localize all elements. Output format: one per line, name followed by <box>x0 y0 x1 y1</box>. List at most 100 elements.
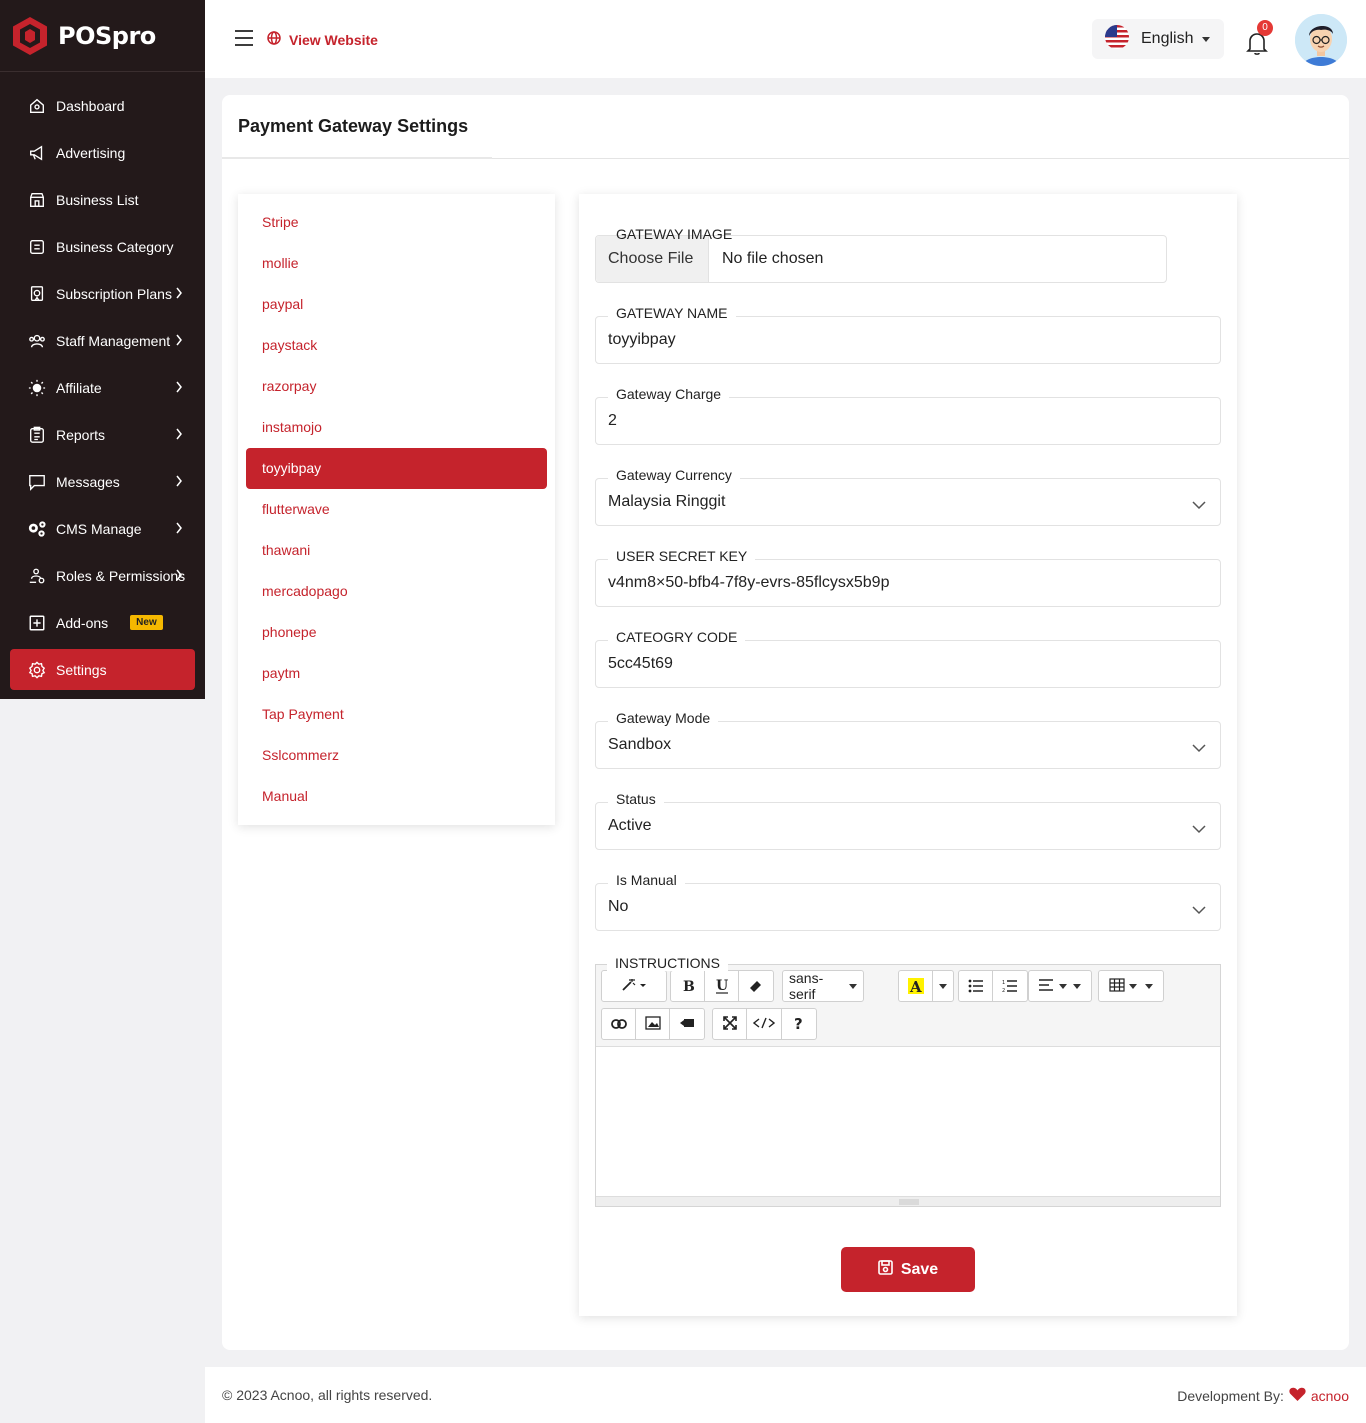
dev-label: Development By: <box>1177 1388 1284 1404</box>
gateway-item-toyyibpay[interactable]: toyyibpay <box>246 448 547 489</box>
svg-text:U: U <box>716 978 728 994</box>
help-button[interactable]: ? <box>782 1009 816 1039</box>
brand-logo[interactable]: POSpro <box>0 0 205 72</box>
paragraph-align-dropdown[interactable] <box>1029 971 1091 1001</box>
link-button[interactable] <box>602 1009 636 1039</box>
gateway-item-thawani[interactable]: thawani <box>246 530 547 571</box>
table-dropdown[interactable] <box>1099 971 1163 1001</box>
code-view-button[interactable] <box>747 1009 782 1039</box>
sidebar-item-subscription-plans[interactable]: Subscription Plans <box>10 273 195 314</box>
gateway-charge-input[interactable]: Gateway Charge 2 <box>595 386 1221 445</box>
language-selector[interactable]: English <box>1092 19 1224 59</box>
sidebar-item-dashboard[interactable]: Dashboard <box>10 85 195 126</box>
sidebar-item-business-category[interactable]: Business Category <box>10 226 195 267</box>
gateway-image-field[interactable]: Choose File No file chosen GATEWAY IMAGE <box>595 226 1167 283</box>
save-label: Save <box>900 1260 939 1278</box>
sidebar-item-label: Business List <box>56 191 139 208</box>
insert-group <box>601 1008 705 1040</box>
sidebar-item-advertising[interactable]: Advertising <box>10 132 195 173</box>
dev-brand-link[interactable]: acnoo <box>1311 1388 1349 1404</box>
editor-content-area[interactable] <box>596 1047 1220 1197</box>
chevron-right-icon <box>175 427 183 443</box>
caret-down-icon <box>1202 36 1211 42</box>
sidebar-item-label: Settings <box>56 661 107 678</box>
image-button[interactable] <box>636 1009 670 1039</box>
gateway-name-value: toyyibpay <box>608 331 676 348</box>
ordered-list-button[interactable]: 12 <box>993 971 1027 1001</box>
instructions-editor: B U sans-serif A 12 ? <box>595 964 1221 1207</box>
gateway-item-paypal[interactable]: paypal <box>246 284 547 325</box>
caret-down-icon <box>1073 983 1081 989</box>
sidebar-item-roles-permissions[interactable]: Roles & Permissions <box>10 555 195 596</box>
gateway-mode-select[interactable]: Gateway Mode Sandbox <box>595 710 1221 769</box>
choose-file-button[interactable]: Choose File <box>596 236 709 282</box>
gateway-item-mollie[interactable]: mollie <box>246 243 547 284</box>
user-secret-key-input[interactable]: USER SECRET KEY v4nm8×50-bfb4-7f8y-evrs-… <box>595 548 1221 607</box>
gateway-item-paytm[interactable]: paytm <box>246 653 547 694</box>
text-color-button[interactable]: A <box>899 971 933 1001</box>
category-code-value: 5cc45t69 <box>608 655 673 672</box>
caret-down-icon <box>1145 983 1153 989</box>
magic-style-button[interactable] <box>602 971 666 1001</box>
gateway-item-razorpay[interactable]: razorpay <box>246 366 547 407</box>
sidebar-item-settings[interactable]: Settings <box>10 649 195 690</box>
heart-icon <box>1289 1387 1306 1405</box>
top-header: View Website English 0 <box>205 0 1366 78</box>
language-label: English <box>1141 30 1194 47</box>
sidebar-item-reports[interactable]: Reports <box>10 414 195 455</box>
svg-text:?: ? <box>794 1015 803 1031</box>
table-icon <box>1109 977 1125 995</box>
gateway-item-flutterwave[interactable]: flutterwave <box>246 489 547 530</box>
view-website-link[interactable]: View Website <box>267 31 378 48</box>
gateway-item-phonepe[interactable]: phonepe <box>246 612 547 653</box>
sidebar-item-affiliate[interactable]: Affiliate <box>10 367 195 408</box>
sidebar-item-messages[interactable]: Messages <box>10 461 195 502</box>
chevron-right-icon <box>175 521 183 537</box>
sidebar-item-staff-management[interactable]: Staff Management <box>10 320 195 361</box>
gateway-item-manual[interactable]: Manual <box>246 776 547 817</box>
hamburger-menu-icon[interactable] <box>235 30 253 51</box>
sidebar-item-business-list[interactable]: Business List <box>10 179 195 220</box>
editor-toolbar: B U sans-serif A 12 ? <box>596 965 1220 1047</box>
gateway-item-mercadopago[interactable]: mercadopago <box>246 571 547 612</box>
gateway-name-input[interactable]: GATEWAY NAME toyyibpay <box>595 305 1221 364</box>
save-button[interactable]: Save <box>841 1247 975 1292</box>
copyright-text: © 2023 Acnoo, all rights reserved. <box>222 1387 433 1403</box>
gateway-currency-select[interactable]: Gateway Currency Malaysia Ringgit <box>595 467 1221 526</box>
reports-icon <box>27 425 47 445</box>
gateway-charge-label: Gateway Charge <box>608 386 730 402</box>
bold-button[interactable]: B <box>671 971 705 1001</box>
status-select[interactable]: Status Active <box>595 791 1221 850</box>
editor-resize-handle[interactable] <box>596 1196 1220 1206</box>
unordered-list-button[interactable] <box>959 971 993 1001</box>
link-icon <box>610 1016 627 1032</box>
caret-down-icon <box>1129 983 1137 989</box>
category-icon <box>27 237 47 257</box>
is-manual-value: No <box>608 898 629 915</box>
font-family-dropdown[interactable]: sans-serif <box>783 970 863 1002</box>
sidebar-item-add-ons[interactable]: Add-ons New <box>10 602 195 643</box>
gateway-item-sslcommerz[interactable]: Sslcommerz <box>246 735 547 776</box>
underline-button[interactable]: U <box>705 971 739 1001</box>
svg-text:2: 2 <box>1002 988 1005 993</box>
color-dropdown-button[interactable] <box>933 971 953 1001</box>
gateway-item-stripe[interactable]: Stripe <box>246 202 547 243</box>
user-avatar[interactable] <box>1295 14 1347 66</box>
home-icon <box>27 96 47 116</box>
gateway-item-tap-payment[interactable]: Tap Payment <box>246 694 547 735</box>
instructions-label: INSTRUCTIONS <box>607 955 728 971</box>
is-manual-label: Is Manual <box>608 872 685 888</box>
eraser-button[interactable] <box>739 971 773 1001</box>
fullscreen-button[interactable] <box>713 1009 747 1039</box>
sidebar-item-cms-manage[interactable]: CMS Manage <box>10 508 195 549</box>
roles-icon <box>27 566 47 586</box>
chevron-right-icon <box>175 286 183 302</box>
gateway-item-paystack[interactable]: paystack <box>246 325 547 366</box>
video-button[interactable] <box>670 1009 704 1039</box>
chevron-right-icon <box>175 333 183 349</box>
category-code-input[interactable]: CATEOGRY CODE 5cc45t69 <box>595 629 1221 688</box>
sidebar-item-label: Roles & Permissions <box>56 567 186 584</box>
font-family-label: sans-serif <box>789 970 824 1002</box>
gateway-item-instamojo[interactable]: instamojo <box>246 407 547 448</box>
is-manual-select[interactable]: Is Manual No <box>595 872 1221 931</box>
